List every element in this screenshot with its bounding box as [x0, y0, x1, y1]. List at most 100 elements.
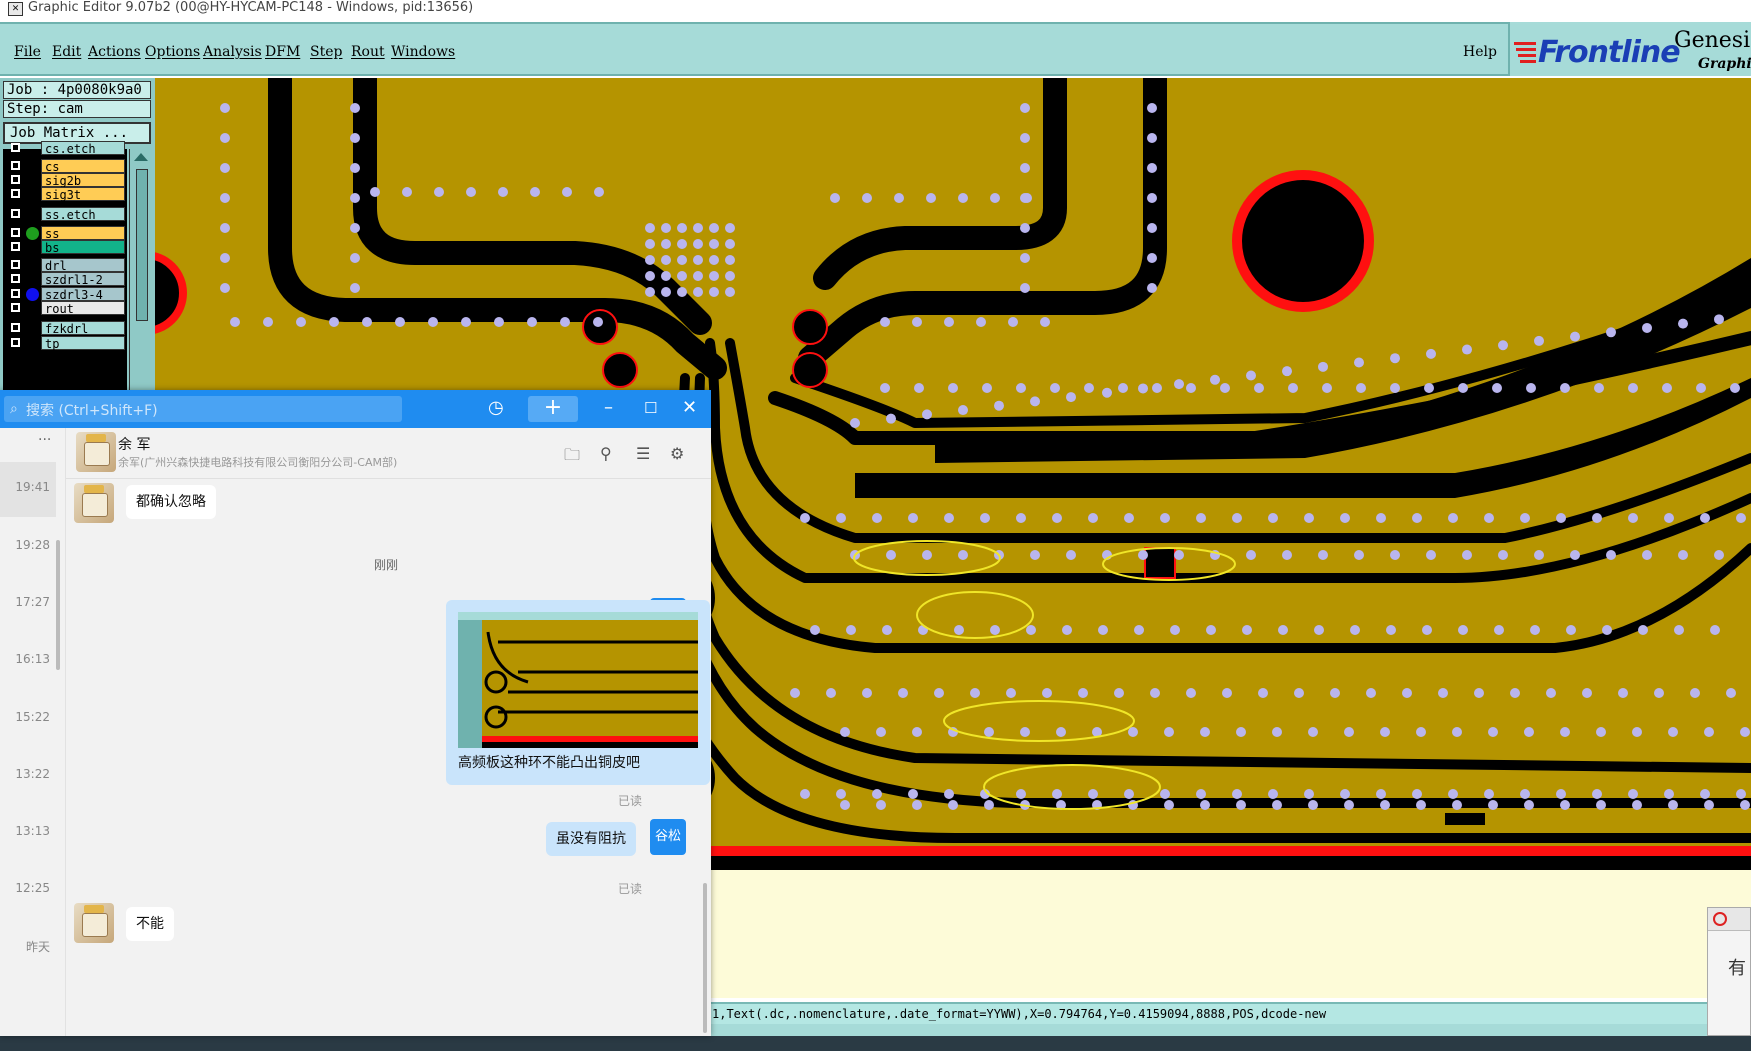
layer-checkbox[interactable] — [11, 175, 20, 184]
chat-topbar: ⌕ 搜索 (Ctrl+Shift+F) ◷ + – ☐ ✕ — [0, 390, 711, 428]
layer-row-sig3t[interactable]: sig3t — [3, 187, 125, 202]
layer-checkbox[interactable] — [11, 274, 20, 283]
chat-history-icon[interactable]: ☰ — [636, 444, 650, 463]
menu-analysis[interactable]: Analysis — [203, 44, 262, 60]
maximize-icon[interactable]: ☐ — [644, 398, 657, 418]
step-label: Step: cam — [3, 100, 151, 118]
layer-row-ss.etch[interactable]: ss.etch — [3, 207, 125, 222]
brand-logo: Frontline Genesis Graphic — [1508, 22, 1751, 76]
time-4: 15:22 — [15, 710, 50, 724]
layer-scroll-thumb[interactable] — [136, 169, 148, 321]
layer-checkbox[interactable] — [11, 323, 20, 332]
layer-checkbox[interactable] — [11, 228, 20, 237]
window-title-bar: ✕ Graphic Editor 9.07b2 (00@HY-HYCAM-PC1… — [0, 0, 1751, 22]
layer-active-dot-icon — [26, 288, 39, 301]
layer-checkbox[interactable] — [11, 143, 20, 152]
job-label: Job : 4p0080k9a0 — [3, 81, 151, 99]
popup-window[interactable]: 有 — [1707, 907, 1751, 1036]
add-member-icon[interactable]: ⚲ — [600, 444, 612, 463]
command-line[interactable]: 1,Text(.dc,.nomenclature,.date_format=YY… — [710, 1002, 1751, 1024]
chat-scrollbar[interactable] — [703, 883, 707, 1033]
time-0: 19:41 — [15, 480, 50, 494]
message-image-thumbnail[interactable] — [458, 612, 698, 748]
menu-help[interactable]: Help — [1463, 44, 1497, 60]
minimize-icon[interactable]: – — [604, 398, 613, 418]
layer-row-cs.etch[interactable]: cs.etch — [3, 141, 125, 156]
layer-name[interactable]: sig2b — [41, 173, 125, 188]
layer-scrollbar[interactable] — [129, 149, 152, 393]
layer-checkbox[interactable] — [11, 338, 20, 347]
menu-edit[interactable]: Edit — [52, 44, 81, 60]
search-icon: ⌕ — [10, 401, 18, 417]
chat-search-input[interactable]: ⌕ 搜索 (Ctrl+Shift+F) — [4, 396, 402, 422]
time-7: 12:25 — [15, 881, 50, 895]
read-status: 已读 — [618, 794, 643, 808]
layer-row-rout[interactable]: rout — [3, 301, 125, 316]
menu-rout[interactable]: Rout — [351, 44, 385, 60]
layer-checkbox[interactable] — [11, 242, 20, 251]
time-6: 13:13 — [15, 824, 50, 838]
layer-checkbox[interactable] — [11, 303, 20, 312]
brand-frontline: Frontline — [1538, 35, 1681, 70]
contact-name: 余 军 — [118, 437, 151, 453]
layer-checkbox[interactable] — [11, 161, 20, 170]
layer-row-szdrl3-4[interactable]: szdrl3-4 — [3, 287, 125, 302]
layer-checkbox[interactable] — [11, 189, 20, 198]
popup-text: 有 — [1728, 958, 1746, 979]
popup-titlebar — [1708, 908, 1750, 931]
layer-checkbox[interactable] — [11, 260, 20, 269]
layer-name[interactable]: sig3t — [41, 187, 125, 202]
history-icon[interactable]: ◷ — [488, 398, 504, 418]
folder-icon[interactable]: 🗀 — [564, 444, 580, 471]
layer-row-bs[interactable]: bs — [3, 240, 125, 255]
layer-row-cs[interactable]: cs — [3, 159, 125, 174]
layer-row-drl[interactable]: drl — [3, 258, 125, 273]
time-5: 13:22 — [15, 767, 50, 781]
layer-name[interactable]: szdrl3-4 — [41, 287, 125, 302]
contact-avatar — [76, 432, 116, 472]
layer-row-tp[interactable]: tp — [3, 336, 125, 351]
layer-name[interactable]: ss — [41, 226, 125, 241]
menu-options[interactable]: Options — [145, 44, 200, 60]
layer-panel: Job : 4p0080k9a0 Step: cam Job Matrix ..… — [0, 78, 155, 393]
settings-icon[interactable]: ⚙ — [670, 444, 684, 463]
message-image-card[interactable]: 高频板这种环不能凸出铜皮吧 — [446, 600, 710, 785]
layer-name[interactable]: drl — [41, 258, 125, 273]
menu-actions[interactable]: Actions — [88, 44, 141, 60]
menu-dfm[interactable]: DFM — [265, 44, 300, 60]
layer-row-szdrl1-2[interactable]: szdrl1-2 — [3, 272, 125, 287]
status-strip — [710, 1024, 1751, 1036]
layer-row-fzkdrl[interactable]: fzkdrl — [3, 321, 125, 336]
menu-windows[interactable]: Windows — [391, 44, 455, 60]
time-divider: 刚刚 — [374, 558, 399, 572]
layer-name[interactable]: bs — [41, 240, 125, 255]
layer-row-ss[interactable]: ss — [3, 226, 125, 241]
chat-window: ⌕ 搜索 (Ctrl+Shift+F) ◷ + – ☐ ✕ ··· 19:41 … — [0, 390, 711, 1036]
layer-name[interactable]: fzkdrl — [41, 321, 125, 336]
more-icon[interactable]: ··· — [38, 432, 51, 448]
layer-name[interactable]: cs — [41, 159, 125, 174]
popup-app-icon — [1713, 912, 1727, 926]
layer-checkbox[interactable] — [11, 209, 20, 218]
menu-step[interactable]: Step — [310, 44, 342, 60]
brand-genesis: Genesis — [1674, 28, 1751, 53]
layer-name[interactable]: cs.etch — [41, 141, 125, 156]
message-sent: 虽没有阻抗 — [546, 822, 636, 856]
layer-name[interactable]: szdrl1-2 — [41, 272, 125, 287]
add-button[interactable]: + — [528, 396, 578, 422]
scroll-up-icon[interactable] — [130, 150, 152, 164]
close-icon[interactable]: ✕ — [682, 398, 697, 418]
layer-name[interactable]: tp — [41, 336, 125, 351]
taskbar — [0, 1036, 1751, 1051]
chat-header: 余 军 余军(广州兴森快捷电路科技有限公司衡阳分公司-CAM部) 🗀 ⚲ ☰ ⚙ — [66, 428, 711, 479]
layer-name[interactable]: ss.etch — [41, 207, 125, 222]
brand-graphic: Graphic — [1698, 56, 1751, 72]
contact-org: 余军(广州兴森快捷电路科技有限公司衡阳分公司-CAM部) — [118, 456, 398, 469]
logo-stripes-icon — [1514, 42, 1536, 63]
layer-row-sig2b[interactable]: sig2b — [3, 173, 125, 188]
layer-checkbox[interactable] — [11, 289, 20, 298]
time-3: 16:13 — [15, 652, 50, 666]
layer-name[interactable]: rout — [41, 301, 125, 316]
menu-file[interactable]: File — [14, 44, 41, 60]
conversation-scrollbar[interactable] — [56, 540, 60, 670]
